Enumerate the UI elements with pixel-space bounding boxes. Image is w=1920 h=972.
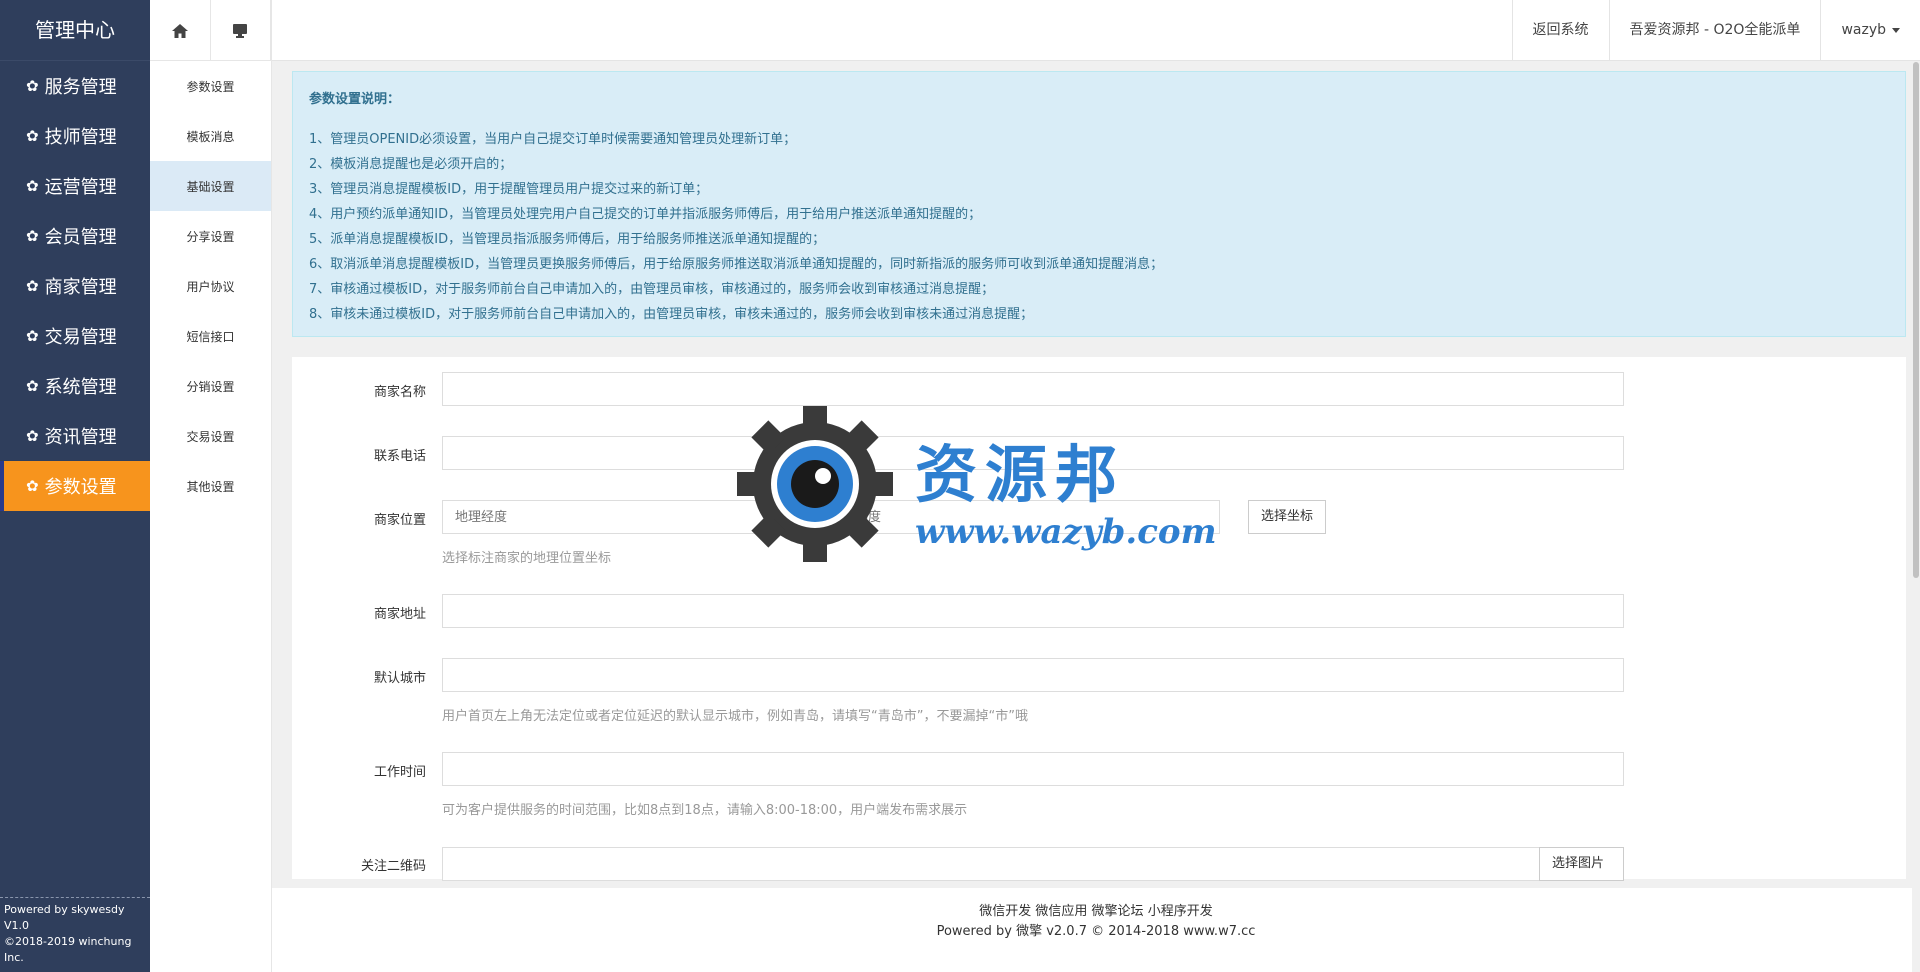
- sidebar-item-technician[interactable]: ✿ 技师管理: [0, 111, 150, 161]
- merchant-form: 商家名称 联系电话 商家位置 选择坐标 选择标注商家的地理位置坐标 商家地址 默…: [292, 357, 1906, 881]
- subnav-item-agreement[interactable]: 用户协议: [150, 261, 271, 311]
- city-input[interactable]: [442, 658, 1624, 692]
- city-label: 默认城市: [373, 671, 426, 686]
- sidebar-item-members[interactable]: ✿ 会员管理: [0, 211, 150, 261]
- hours-input[interactable]: [442, 752, 1624, 786]
- back-to-system-link[interactable]: 返回系统: [1511, 0, 1609, 61]
- sidebar-item-label: 系统管理: [44, 377, 117, 398]
- notice-line: 2、模板消息提醒也是必须开启的；: [309, 157, 513, 172]
- sidebar-item-label: 资讯管理: [44, 427, 117, 448]
- latitude-input[interactable]: [816, 500, 1220, 534]
- notice-title: 参数设置说明：: [309, 92, 401, 107]
- subnav-toolbar: [150, 0, 271, 61]
- qrcode-input[interactable]: [442, 847, 1540, 881]
- main-sidebar: 管理中心 ✿ 服务管理 ✿ 技师管理 ✿ 运营管理 ✿ 会员管理 ✿ 商家管理 ✿ 交易管理…: [0, 0, 150, 972]
- hours-help: 可为客户提供服务的时间范围，比如8点到18点，请输入8:00-18:00，用户端…: [442, 803, 968, 818]
- pick-image-button[interactable]: 选择图片: [1539, 847, 1624, 881]
- qrcode-label: 关注二维码: [360, 859, 426, 874]
- hours-label: 工作时间: [373, 765, 426, 780]
- notice-line: 8、审核未通过模板ID，对于服务师前台自己申请加入的，由管理员审核，审核未通过的…: [309, 307, 1034, 322]
- subnav-item-params[interactable]: 参数设置: [150, 61, 271, 111]
- sidebar-item-label: 交易管理: [44, 327, 117, 348]
- top-links: 返回系统 吾爱资源邦 - O2O全能派单 wazyb: [1511, 0, 1920, 61]
- subnav-item-distribution[interactable]: 分销设置: [150, 361, 271, 411]
- gear-icon: ✿: [26, 227, 39, 245]
- gear-icon: ✿: [26, 427, 39, 445]
- brand-title: 管理中心: [0, 0, 150, 61]
- notice-line: 7、审核通过模板ID，对于服务师前台自己申请加入的，由管理员审核，审核通过的，服…: [309, 282, 995, 297]
- subnav-item-trade[interactable]: 交易设置: [150, 411, 271, 461]
- subnav-item-template[interactable]: 模板消息: [150, 111, 271, 161]
- settings-notice: 参数设置说明： 1、管理员OPENID必须设置，当用户自己提交订单时候需要通知管…: [292, 71, 1906, 337]
- gear-icon: ✿: [26, 477, 39, 495]
- subnav-item-share[interactable]: 分享设置: [150, 211, 271, 261]
- gear-icon: ✿: [26, 177, 39, 195]
- longitude-input[interactable]: [442, 500, 816, 534]
- sidebar-item-service[interactable]: ✿ 服务管理: [0, 61, 150, 111]
- sidebar-item-label: 技师管理: [44, 127, 117, 148]
- home-icon[interactable]: [150, 0, 211, 61]
- sidebar-item-transactions[interactable]: ✿ 交易管理: [0, 311, 150, 361]
- city-help: 用户首页左上角无法定位或者定位延迟的默认显示城市，例如青岛，请填写“青岛市”，不…: [442, 709, 1028, 724]
- gear-icon: ✿: [26, 277, 39, 295]
- app-name-link[interactable]: 吾爱资源邦 - O2O全能派单: [1608, 0, 1821, 61]
- page-footer: 微信开发 微信应用 微擎论坛 小程序开发 Powered by 微擎 v2.0.…: [272, 888, 1920, 972]
- subnav-item-sms[interactable]: 短信接口: [150, 311, 271, 361]
- subnav-item-basic[interactable]: 基础设置: [150, 161, 271, 211]
- notice-line: 5、派单消息提醒模板ID，当管理员指派服务师傅后，用于给服务师推送派单通知提醒的…: [309, 232, 826, 247]
- sidebar-item-label: 运营管理: [44, 177, 117, 198]
- sidebar-item-settings[interactable]: ✿ 参数设置: [0, 461, 150, 511]
- gear-icon: ✿: [26, 77, 39, 95]
- sidebar-item-news[interactable]: ✿ 资讯管理: [0, 411, 150, 461]
- powered-line-2: ©2018-2019 winchung Inc.: [4, 935, 132, 964]
- notice-line: 3、管理员消息提醒模板ID，用于提醒管理员用户提交过来的新订单；: [309, 182, 709, 197]
- caret-down-icon: [1892, 27, 1900, 33]
- address-input[interactable]: [442, 594, 1624, 628]
- location-help: 选择标注商家的地理位置坐标: [442, 551, 612, 566]
- scrollbar-thumb[interactable]: [1913, 62, 1919, 578]
- gear-icon: ✿: [26, 377, 39, 395]
- sidebar-item-operations[interactable]: ✿ 运营管理: [0, 161, 150, 211]
- notice-line: 1、管理员OPENID必须设置，当用户自己提交订单时候需要通知管理员处理新订单；: [309, 132, 797, 147]
- phone-label: 联系电话: [373, 449, 426, 464]
- monitor-icon[interactable]: [211, 0, 271, 61]
- merchant-name-input[interactable]: [442, 372, 1624, 406]
- subnav-item-other[interactable]: 其他设置: [150, 461, 271, 511]
- top-bar: 返回系统 吾爱资源邦 - O2O全能派单 wazyb: [272, 0, 1920, 61]
- sub-sidebar: 参数设置 模板消息 基础设置 分享设置 用户协议 短信接口 分销设置 交易设置 …: [150, 0, 272, 972]
- phone-input[interactable]: [442, 436, 1624, 470]
- gear-icon: ✿: [26, 327, 39, 345]
- notice-line: 6、取消派单消息提醒模板ID，当管理员更换服务师傅后，用于给原服务师推送取消派单…: [309, 257, 1164, 272]
- location-label: 商家位置: [373, 513, 426, 528]
- sidebar-item-label: 商家管理: [44, 277, 117, 298]
- notice-line: 4、用户预约派单通知ID，当管理员处理完用户自己提交的订单并指派服务师傅后，用于…: [309, 207, 982, 222]
- gear-icon: ✿: [26, 127, 39, 145]
- sidebar-item-label: 参数设置: [44, 477, 117, 498]
- footer-powered: Powered by 微擎 v2.0.7 © 2014-2018 www.w7.…: [936, 924, 1256, 939]
- sidebar-item-label: 服务管理: [44, 77, 117, 98]
- pick-coordinate-button[interactable]: 选择坐标: [1248, 500, 1327, 534]
- merchant-name-label: 商家名称: [373, 385, 426, 400]
- powered-line-1: Powered by skywesdy V1.0: [4, 903, 125, 932]
- powered-by: Powered by skywesdy V1.0 ©2018-2019 winc…: [0, 897, 150, 972]
- sidebar-item-system[interactable]: ✿ 系统管理: [0, 361, 150, 411]
- sidebar-item-label: 会员管理: [44, 227, 117, 248]
- footer-links[interactable]: 微信开发 微信应用 微擎论坛 小程序开发: [272, 902, 1920, 922]
- main-content: 参数设置说明： 1、管理员OPENID必须设置，当用户自己提交订单时候需要通知管…: [272, 61, 1920, 972]
- user-menu[interactable]: wazyb: [1820, 0, 1920, 61]
- user-name: wazyb: [1841, 22, 1886, 38]
- address-label: 商家地址: [373, 607, 426, 622]
- sidebar-item-merchants[interactable]: ✿ 商家管理: [0, 261, 150, 311]
